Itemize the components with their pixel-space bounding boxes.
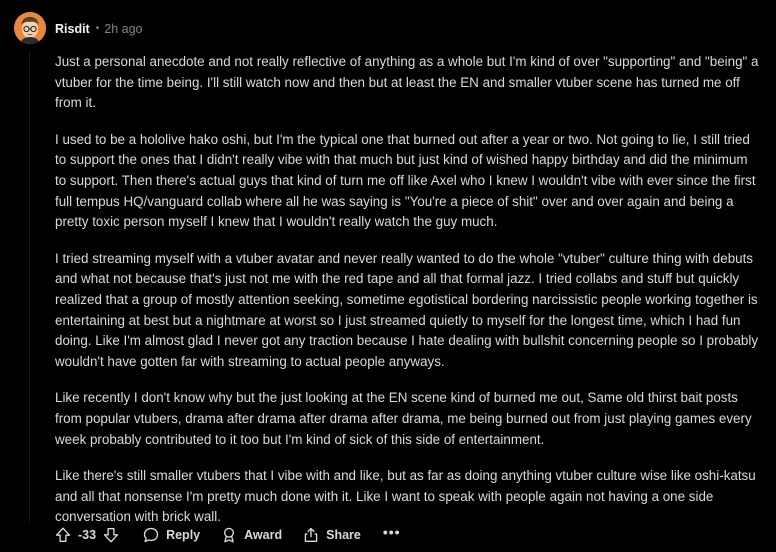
avatar[interactable]	[14, 12, 46, 44]
downvote-arrow-icon	[103, 528, 119, 543]
share-button[interactable]: Share	[302, 526, 361, 544]
reply-button[interactable]: Reply	[142, 526, 200, 544]
downvote-button[interactable]	[100, 524, 122, 546]
upvote-button[interactable]	[52, 524, 74, 546]
comment-meta: Risdit • 2h ago	[55, 20, 142, 38]
share-icon	[304, 527, 318, 542]
thread-line[interactable]	[29, 52, 30, 522]
timestamp[interactable]: 2h ago	[104, 20, 142, 38]
meta-separator: •	[95, 23, 100, 34]
comment-bubble-icon	[143, 527, 159, 543]
comment-body: Just a personal anecdote and not really …	[55, 52, 760, 544]
comment-paragraph: Just a personal anecdote and not really …	[55, 54, 759, 111]
vote-score: -33	[78, 528, 97, 542]
reply-label: Reply	[166, 528, 201, 542]
share-label: Share	[326, 528, 361, 542]
comment-paragraph: Like recently I don't know why but the j…	[55, 390, 752, 447]
comment-paragraph: I tried streaming myself with a vtuber a…	[55, 250, 759, 369]
comment-actions: -33 Reply Award Share •••	[52, 523, 401, 547]
award-label: Award	[244, 528, 283, 542]
avatar-image	[14, 12, 46, 44]
award-button[interactable]: Award	[220, 526, 282, 544]
username[interactable]: Risdit	[55, 20, 90, 38]
more-options-button[interactable]: •••	[383, 525, 401, 543]
comment: Risdit • 2h ago Just a personal anecdote…	[0, 0, 776, 552]
award-medal-icon	[224, 527, 235, 543]
upvote-arrow-icon	[55, 527, 71, 542]
comment-paragraph: Like there's still smaller vtubers that …	[55, 468, 756, 525]
comment-paragraph: I used to be a hololive hako oshi, but I…	[55, 131, 756, 230]
